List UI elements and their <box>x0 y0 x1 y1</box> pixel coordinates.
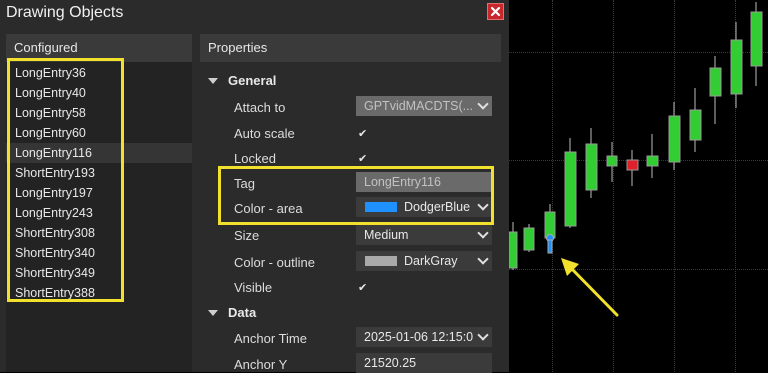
chevron-down-icon <box>477 253 489 265</box>
color-outline-select[interactable]: DarkGray <box>356 251 492 271</box>
attach-to-select[interactable]: GPTvidMACDTS(... <box>356 96 492 116</box>
anchor-y-label: Anchor Y <box>234 357 288 372</box>
candle-body <box>709 67 722 97</box>
annotation-arrow-icon <box>561 258 619 317</box>
attach-to-label: Attach to <box>234 100 286 115</box>
section-general[interactable]: General <box>228 73 276 88</box>
long-entry-marker-icon[interactable] <box>546 234 554 254</box>
anchor-time-picker[interactable]: 2025-01-06 12:15:0 <box>356 327 492 347</box>
candle-body <box>646 155 659 167</box>
candles-layer <box>509 2 763 317</box>
anchor-time-value: 2025-01-06 12:15:0 <box>364 330 474 344</box>
attach-to-value: GPTvidMACDTS(... <box>364 99 474 113</box>
candle-body <box>626 159 639 171</box>
size-value: Medium <box>364 228 409 242</box>
candle-body <box>585 143 598 191</box>
anchor-y-field[interactable]: 21520.25 <box>356 353 492 373</box>
price-chart[interactable] <box>509 0 768 372</box>
anchor-y-value: 21520.25 <box>364 356 417 370</box>
close-icon <box>490 6 501 17</box>
candle-body <box>564 151 577 227</box>
candle-bodies <box>509 11 763 269</box>
candle-body <box>689 109 702 141</box>
auto-scale-checkbox[interactable]: ✔ <box>358 127 367 140</box>
candle-body <box>668 115 681 163</box>
properties-highlight-box <box>218 166 494 225</box>
color-outline-label: Color - outline <box>234 255 315 270</box>
section-data[interactable]: Data <box>228 305 256 320</box>
auto-scale-label: Auto scale <box>234 126 295 141</box>
visible-label: Visible <box>234 280 273 295</box>
collapse-caret-icon[interactable] <box>208 78 218 84</box>
list-highlight-box <box>7 58 124 302</box>
chevron-down-icon <box>477 98 489 110</box>
collapse-caret-icon[interactable] <box>208 310 218 316</box>
chevron-down-icon <box>477 329 489 341</box>
properties-header: Properties <box>200 34 501 62</box>
size-select[interactable]: Medium <box>356 225 492 245</box>
candle-body <box>730 39 743 95</box>
color-outline-swatch <box>365 256 397 266</box>
locked-checkbox[interactable]: ✔ <box>358 152 367 165</box>
dialog-title: Drawing Objects <box>6 4 124 21</box>
anchor-time-label: Anchor Time <box>234 331 307 346</box>
close-button[interactable] <box>487 3 504 20</box>
candle-body <box>509 231 518 269</box>
visible-checkbox[interactable]: ✔ <box>358 281 367 294</box>
chevron-down-icon <box>477 227 489 239</box>
candle-body <box>606 155 618 167</box>
size-label: Size <box>234 228 260 243</box>
dialog-titlebar[interactable]: Drawing Objects <box>0 0 509 25</box>
candle-body <box>750 11 763 67</box>
color-outline-value: DarkGray <box>404 254 458 268</box>
candle-body <box>523 227 535 251</box>
locked-label: Locked <box>234 151 276 166</box>
